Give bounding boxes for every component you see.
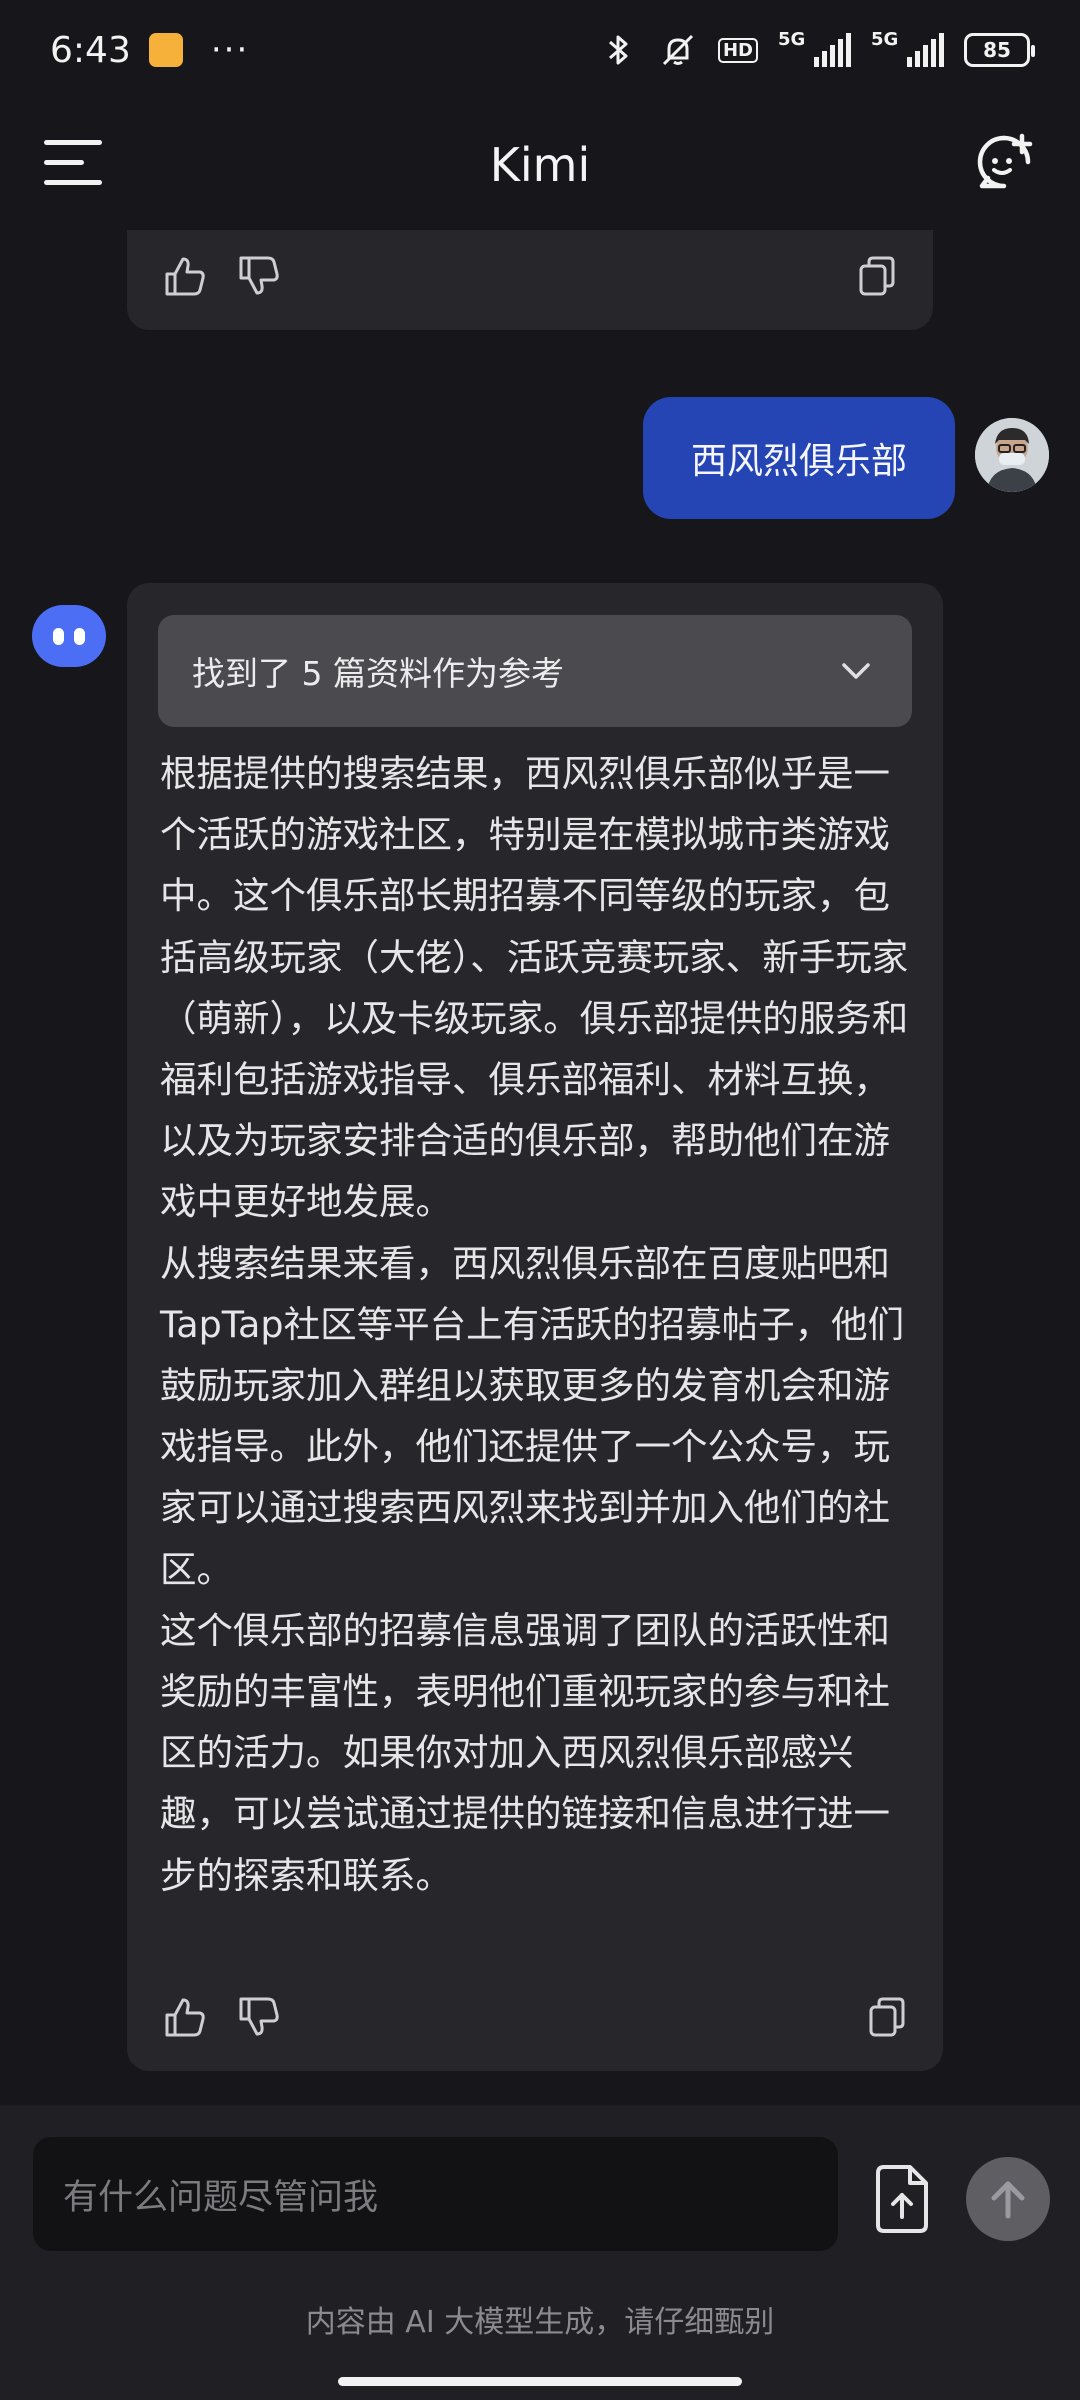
- user-message-bubble: 西风烈俱乐部: [643, 397, 955, 519]
- thumbs-down-icon[interactable]: [237, 254, 281, 298]
- page-title: Kimi: [489, 138, 591, 192]
- references-dropdown[interactable]: 找到了 5 篇资料作为参考: [158, 615, 912, 727]
- chevron-down-icon: [842, 663, 870, 679]
- copy-icon[interactable]: [855, 254, 899, 298]
- status-left: 6:43 ···: [50, 30, 249, 71]
- ai-disclaimer: 内容由 AI 大模型生成，请仔细甄别: [305, 2305, 775, 2340]
- battery-icon: 85: [964, 33, 1035, 67]
- references-label: 找到了 5 篇资料作为参考: [192, 654, 564, 693]
- signal-icon-1: 5G: [778, 29, 851, 67]
- previous-reply-card: [127, 230, 933, 330]
- home-indicator[interactable]: [338, 2377, 742, 2386]
- user-avatar[interactable]: [975, 418, 1049, 492]
- upload-file-icon[interactable]: [872, 2163, 932, 2235]
- more-notifications-indicator: ···: [210, 30, 250, 70]
- signal-icon-2: 5G: [871, 29, 944, 67]
- answer-paragraph-3: 这个俱乐部的招募信息强调了团队的活跃性和奖励的丰富性，表明他们重视玩家的参与和社…: [160, 1608, 890, 1897]
- hd-voice-icon: HD: [717, 37, 758, 63]
- answer-text: 根据提供的搜索结果，西风烈俱乐部似乎是一个活跃的游戏社区，特别是在模拟城市类游戏…: [160, 743, 918, 1906]
- bot-reply-card: 找到了 5 篇资料作为参考 根据提供的搜索结果，西风烈俱乐部似乎是一个活跃的游戏…: [127, 583, 943, 2071]
- notification-app-icon: [148, 33, 183, 67]
- message-input[interactable]: 有什么问题尽管问我: [33, 2137, 838, 2251]
- thumbs-up-icon[interactable]: [163, 254, 207, 298]
- bluetooth-icon: [608, 35, 628, 65]
- network-type-2: 5G: [871, 29, 899, 50]
- kimi-bot-avatar: [32, 605, 106, 667]
- status-time: 6:43: [50, 29, 131, 71]
- new-chat-icon[interactable]: [972, 130, 1036, 194]
- answer-paragraph-2: 从搜索结果来看，西风烈俱乐部在百度贴吧和TapTap社区等平台上有活跃的招募帖子…: [160, 1241, 905, 1591]
- status-right: HD 5G 5G 85: [598, 29, 1035, 70]
- thumbs-up-icon[interactable]: [163, 1995, 207, 2039]
- composer: 有什么问题尽管问我 内容由 AI 大模型生成，请仔细甄别: [0, 2105, 1080, 2400]
- thumbs-down-icon[interactable]: [237, 1995, 281, 2039]
- mute-bell-icon: [662, 34, 694, 66]
- menu-icon[interactable]: [44, 140, 102, 190]
- user-avatar-image: [975, 418, 1049, 492]
- user-message-text: 西风烈俱乐部: [690, 441, 907, 482]
- send-button[interactable]: [966, 2157, 1050, 2241]
- network-type-1: 5G: [778, 29, 806, 50]
- app-header: Kimi: [0, 100, 1080, 230]
- answer-paragraph-1: 根据提供的搜索结果，西风烈俱乐部似乎是一个活跃的游戏社区，特别是在模拟城市类游戏…: [160, 752, 909, 1224]
- battery-level: 85: [983, 38, 1011, 62]
- message-input-placeholder: 有什么问题尽管问我: [63, 2177, 379, 2218]
- arrow-up-icon: [991, 2181, 1025, 2219]
- status-bar: 6:43 ··· HD 5G 5G 85: [0, 0, 1080, 100]
- copy-icon[interactable]: [865, 1995, 909, 2039]
